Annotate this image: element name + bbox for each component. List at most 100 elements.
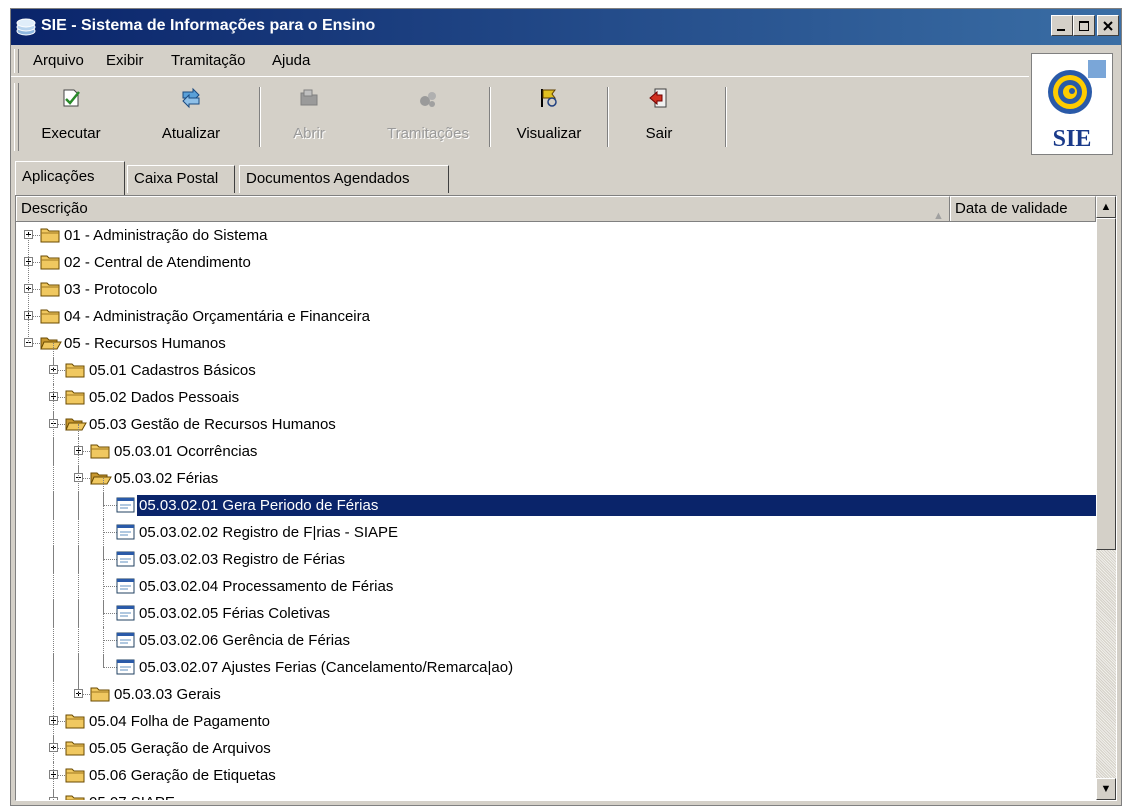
- tramitacoes-icon: [420, 92, 436, 107]
- maximize-button[interactable]: [1073, 15, 1095, 36]
- tree-connector: [78, 424, 79, 694]
- tree-folder-row[interactable]: 05.06 Geração de Etiquetas: [16, 762, 1096, 789]
- tree-item-label[interactable]: 05.05 Geração de Arquivos: [87, 738, 273, 759]
- tree-folder-row[interactable]: 05.03.01 Ocorrências: [16, 438, 1096, 465]
- sie-logo: SIE: [1031, 53, 1113, 155]
- tree-item-label[interactable]: 05.03.02.05 Férias Coletivas: [137, 603, 332, 624]
- tree-folder-row[interactable]: 03 - Protocolo: [16, 276, 1096, 303]
- abrir-label: Abrir: [293, 125, 325, 142]
- tree-view[interactable]: 01 - Administração do Sistema 02 - Centra…: [16, 222, 1096, 800]
- tree-item-label[interactable]: 05.03.02.06 Gerência de Férias: [137, 630, 352, 651]
- toolbar-separator: [607, 87, 609, 147]
- tree-item-label[interactable]: 05.03.02.07 Ajustes Ferias (Cancelamento…: [137, 657, 515, 678]
- tree-item-row[interactable]: 05.03.02.04 Processamento de Férias: [16, 573, 1096, 600]
- tab-aplicacoes[interactable]: Aplicações: [15, 161, 125, 195]
- abrir-button[interactable]: Abrir: [269, 83, 349, 151]
- tramitacoes-button[interactable]: Tramitações: [373, 83, 483, 151]
- logo-swirl-icon: [1048, 60, 1106, 114]
- tree-item-label[interactable]: 05.02 Dados Pessoais: [87, 387, 241, 408]
- arrow-down-icon: ▼: [1100, 783, 1112, 795]
- tree-folder-row[interactable]: 05.04 Folha de Pagamento: [16, 708, 1096, 735]
- column-descricao[interactable]: Descrição ▲: [16, 196, 950, 222]
- tree-item-label[interactable]: 05.01 Cadastros Básicos: [87, 360, 258, 381]
- atualizar-label: Atualizar: [161, 125, 221, 142]
- tree-item-label[interactable]: 05.07 SIAPE: [87, 792, 177, 800]
- scroll-up-button[interactable]: ▲: [1096, 196, 1116, 218]
- folder-icon: [90, 442, 112, 460]
- minimize-button[interactable]: [1051, 15, 1073, 36]
- logo-text: SIE: [1052, 126, 1092, 152]
- tree-folder-row[interactable]: 05.02 Dados Pessoais: [16, 384, 1096, 411]
- tree-item-label[interactable]: 05.03.02.04 Processamento de Férias: [137, 576, 395, 597]
- folder-icon: [65, 739, 87, 757]
- folder-icon: [65, 793, 87, 800]
- tab-documentos-agendados[interactable]: Documentos Agendados: [239, 165, 449, 193]
- tree-panel: Descrição ▲ Data de validade 01 - Admini…: [15, 195, 1117, 801]
- tree-item-label[interactable]: 01 - Administração do Sistema: [62, 225, 269, 246]
- tree-item-label[interactable]: 03 - Protocolo: [62, 279, 159, 300]
- tree-folder-row[interactable]: 01 - Administração do Sistema: [16, 222, 1096, 249]
- tree-item-label[interactable]: 05.03 Gestão de Recursos Humanos: [87, 414, 338, 435]
- tree-item-row[interactable]: 05.03.02.05 Férias Coletivas: [16, 600, 1096, 627]
- sair-button[interactable]: Sair: [619, 83, 699, 151]
- application-icon: [115, 496, 137, 514]
- title-bar[interactable]: SIE - Sistema de Informações para o Ensi…: [11, 9, 1121, 45]
- column-data-validade[interactable]: Data de validade: [950, 196, 1096, 221]
- menu-arquivo[interactable]: Arquivo: [33, 52, 84, 69]
- tree-item-row[interactable]: 05.03.02.02 Registro de F|rias - SIAPE: [16, 519, 1096, 546]
- arrow-up-icon: ▲: [1100, 201, 1112, 213]
- toolbar-grip[interactable]: [14, 83, 19, 151]
- tree-item-label[interactable]: 04 - Administração Orçamentária e Financ…: [62, 306, 372, 327]
- vertical-scrollbar[interactable]: ▲ ▼: [1096, 196, 1116, 800]
- tree-folder-row[interactable]: 05.05 Geração de Arquivos: [16, 735, 1096, 762]
- menu-ajuda[interactable]: Ajuda: [272, 52, 310, 69]
- maximize-icon: [1079, 21, 1089, 31]
- tree-item-label[interactable]: 05.04 Folha de Pagamento: [87, 711, 272, 732]
- window-title: SIE - Sistema de Informações para o Ensi…: [41, 17, 376, 34]
- tree-item-label[interactable]: 05.03.02 Férias: [112, 468, 220, 489]
- folder-open-icon: [90, 469, 112, 487]
- tree-item-label[interactable]: 05.03.01 Ocorrências: [112, 441, 259, 462]
- application-icon: [115, 631, 137, 649]
- tree-folder-row[interactable]: 02 - Central de Atendimento: [16, 249, 1096, 276]
- tree-item-label[interactable]: 05.03.02.01 Gera Periodo de Férias: [136, 494, 1096, 517]
- tree-item-row[interactable]: 05.03.02.03 Registro de Férias: [16, 546, 1096, 573]
- tree-item-label[interactable]: 05.06 Geração de Etiquetas: [87, 765, 278, 786]
- tree-item-row[interactable]: 05.03.02.01 Gera Periodo de Férias: [16, 492, 1096, 519]
- menu-tramitacao[interactable]: Tramitação: [171, 52, 245, 69]
- executar-button[interactable]: Executar: [31, 83, 111, 151]
- visualizar-button[interactable]: Visualizar: [501, 83, 597, 151]
- tree-connector: [103, 478, 104, 667]
- tab-caixa-postal[interactable]: Caixa Postal: [127, 165, 235, 193]
- tree-item-label[interactable]: 05 - Recursos Humanos: [62, 333, 228, 354]
- close-button[interactable]: [1097, 15, 1119, 36]
- tree-folder-row[interactable]: 04 - Administração Orçamentária e Financ…: [16, 303, 1096, 330]
- refresh-icon: [182, 87, 200, 109]
- tree-folder-row[interactable]: 05.07 SIAPE: [16, 789, 1096, 800]
- sair-label: Sair: [645, 125, 673, 142]
- application-icon: [115, 523, 137, 541]
- tree-item-label[interactable]: 05.03.03 Gerais: [112, 684, 223, 705]
- tree-item-row[interactable]: 05.03.02.07 Ajustes Ferias (Cancelamento…: [16, 654, 1096, 681]
- tree-item-label[interactable]: 05.03.02.03 Registro de Férias: [137, 549, 347, 570]
- application-icon: [115, 550, 137, 568]
- tree-folder-row[interactable]: 05.03.03 Gerais: [16, 681, 1096, 708]
- preview-icon: [541, 89, 557, 107]
- tree-folder-row[interactable]: 05 - Recursos Humanos: [16, 330, 1096, 357]
- tree-folder-row[interactable]: 05.03.02 Férias: [16, 465, 1096, 492]
- scroll-down-button[interactable]: ▼: [1096, 778, 1116, 800]
- scroll-thumb[interactable]: [1096, 218, 1116, 550]
- menu-exibir[interactable]: Exibir: [106, 52, 144, 69]
- folder-open-icon: [65, 415, 87, 433]
- tree-item-row[interactable]: 05.03.02.06 Gerência de Férias: [16, 627, 1096, 654]
- tree-item-label[interactable]: 02 - Central de Atendimento: [62, 252, 253, 273]
- tree-item-label[interactable]: 05.03.02.02 Registro de F|rias - SIAPE: [137, 522, 400, 543]
- toolbar-separator: [259, 87, 261, 147]
- column-data-validade-label: Data de validade: [955, 200, 1068, 217]
- atualizar-button[interactable]: Atualizar: [151, 83, 231, 151]
- tree-folder-row[interactable]: 05.03 Gestão de Recursos Humanos: [16, 411, 1096, 438]
- menu-grip[interactable]: [14, 49, 19, 73]
- tree-folder-row[interactable]: 05.01 Cadastros Básicos: [16, 357, 1096, 384]
- folder-icon: [65, 361, 87, 379]
- main-window: SIE - Sistema de Informações para o Ensi…: [10, 8, 1122, 806]
